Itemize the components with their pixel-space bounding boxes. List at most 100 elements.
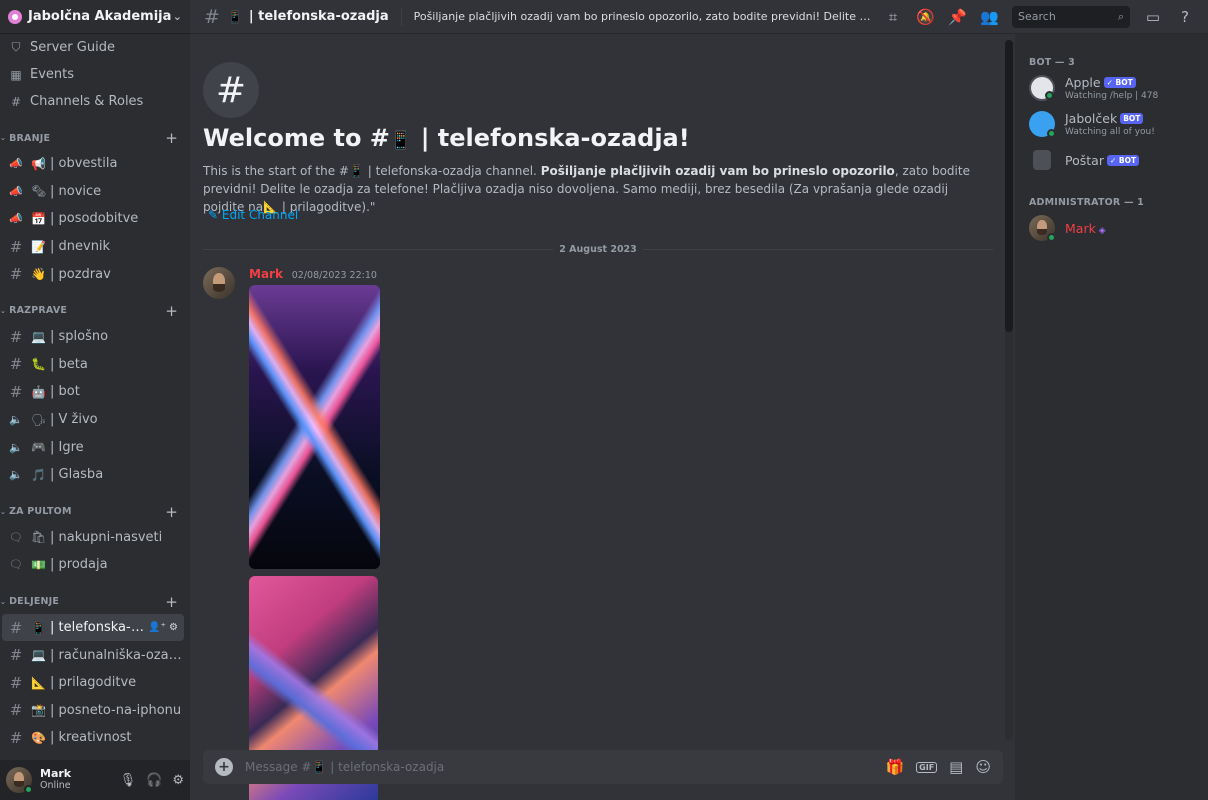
channel-item[interactable]: 🗨 💵 | prodaja bbox=[0, 551, 184, 579]
category-header[interactable]: ⌄ ZA PULTOM + bbox=[0, 503, 190, 521]
member-item[interactable]: Apple ✓ BOT Watching /help | 478 bbox=[1015, 70, 1208, 106]
category-header[interactable]: ⌄ RAZPRAVE + bbox=[0, 302, 190, 320]
channel-item[interactable]: # 🎨 | kreativnost bbox=[0, 724, 184, 752]
channel-item[interactable]: 🔈 🎮 | Igre bbox=[0, 433, 184, 461]
avatar[interactable] bbox=[6, 767, 33, 794]
channel-emoji: 🗣 bbox=[31, 412, 47, 427]
channel-item[interactable]: 📣 📢 | obvestila bbox=[0, 150, 184, 178]
category-label: BRANJE bbox=[9, 132, 51, 144]
create-channel-icon[interactable]: + bbox=[165, 302, 178, 320]
channel-item[interactable]: # 📝 | dnevnik bbox=[0, 233, 184, 261]
message-author[interactable]: Mark bbox=[249, 267, 283, 281]
gif-icon[interactable]: GIF bbox=[916, 761, 938, 773]
microphone-icon[interactable]: 🎙 bbox=[120, 773, 137, 788]
channel-name: | posneto-na-iphonu bbox=[50, 702, 182, 718]
channel-name: | obvestila bbox=[50, 156, 118, 172]
channel-emoji: 👋 bbox=[31, 267, 46, 282]
chevron-down-icon[interactable]: ⌄ bbox=[173, 10, 182, 23]
wallpaper-image-attachment[interactable] bbox=[249, 285, 380, 569]
category-label: RAZPRAVE bbox=[9, 305, 68, 317]
add-attachment-icon[interactable]: + bbox=[215, 758, 233, 776]
channel-item[interactable]: 📣 📅 | posodobitve bbox=[0, 205, 184, 233]
util-item[interactable]: # Channels & Roles bbox=[0, 88, 190, 115]
welcome-description: This is the start of the #📱 | telefonska… bbox=[203, 164, 970, 214]
channel-emoji: 📱 bbox=[227, 9, 243, 24]
invite-icon[interactable]: 👤⁺ bbox=[148, 622, 166, 633]
channel-name: | kreativnost bbox=[50, 730, 132, 746]
emoji-icon[interactable]: ☺ bbox=[975, 758, 991, 776]
util-item-label: Events bbox=[30, 67, 75, 82]
scrollbar-thumb[interactable] bbox=[1005, 40, 1013, 332]
hashtag-icon: # bbox=[9, 728, 23, 747]
channel-item[interactable]: # 🤖 | bot bbox=[0, 378, 184, 406]
channel-name: | V živo bbox=[50, 412, 98, 428]
member-item[interactable]: Poštar ✓ BOT bbox=[1015, 142, 1208, 178]
channel-item[interactable]: # 📸 | posneto-na-iphonu bbox=[0, 697, 184, 725]
sticker-icon[interactable]: ▤ bbox=[949, 758, 963, 776]
util-item[interactable]: ▦ Events bbox=[0, 61, 190, 88]
welcome-title: Welcome to #📱 | telefonska-ozadja! bbox=[203, 124, 690, 152]
channel-item[interactable]: # 📐 | prilagoditve bbox=[0, 669, 184, 697]
bot-badge: BOT bbox=[1120, 113, 1144, 124]
hashtag-icon: # bbox=[9, 673, 23, 692]
util-item-label: Server Guide bbox=[30, 40, 115, 55]
headphones-icon[interactable]: 🎧 bbox=[146, 773, 162, 788]
message-header: Mark 02/08/2023 22:10 bbox=[249, 267, 377, 281]
help-icon[interactable]: ? bbox=[1176, 8, 1194, 26]
channel-item[interactable]: 🔈 🗣 | V živo bbox=[0, 406, 184, 434]
channel-emoji: 💻 bbox=[31, 329, 46, 344]
channel-emoji: 🎵 bbox=[31, 467, 46, 482]
channels-roles-icon: # bbox=[10, 94, 22, 109]
hashtag-icon: # bbox=[204, 5, 220, 28]
hashtag-icon: # bbox=[9, 382, 23, 401]
gear-icon[interactable]: ⚙ bbox=[169, 622, 178, 633]
channel-item[interactable]: 🔈 🎵 | Glasba bbox=[0, 461, 184, 489]
threads-icon[interactable]: ⌗ bbox=[884, 8, 902, 26]
hashtag-icon: # bbox=[9, 265, 23, 284]
member-activity: Watching all of you! bbox=[1065, 127, 1155, 137]
edit-channel-link[interactable]: ✎ Edit Channel bbox=[208, 208, 298, 222]
pin-icon[interactable]: 📌 bbox=[948, 8, 967, 26]
member-list-icon[interactable]: 👥 bbox=[980, 8, 999, 26]
create-channel-icon[interactable]: + bbox=[165, 503, 178, 521]
calendar-icon: ▦ bbox=[10, 67, 22, 82]
user-status: Online bbox=[40, 780, 71, 791]
channel-item[interactable]: # 🐛 | beta bbox=[0, 351, 184, 379]
search-input[interactable]: Search ⌕ bbox=[1012, 5, 1130, 28]
member-item[interactable]: Mark ◈ bbox=[1015, 210, 1208, 246]
create-channel-icon[interactable]: + bbox=[165, 593, 178, 611]
channel-topic[interactable]: Pošiljanje plačljivih ozadij vam bo prin… bbox=[414, 10, 872, 23]
create-channel-icon[interactable]: + bbox=[165, 129, 178, 147]
channel-item[interactable]: 📣 🗞 | novice bbox=[0, 178, 184, 206]
online-status-icon bbox=[1047, 129, 1056, 138]
channel-item[interactable]: 🗨 🛍 | nakupni-nasveti bbox=[0, 524, 184, 552]
util-item[interactable]: ⛉ Server Guide bbox=[0, 34, 190, 61]
member-group-admins: ADMINISTRATOR — 1 bbox=[1029, 197, 1144, 208]
channel-name: | dnevnik bbox=[50, 239, 111, 255]
category-header[interactable]: ⌄ DELJENJE + bbox=[0, 593, 190, 611]
channel-emoji: 📱 bbox=[31, 620, 46, 635]
voice-channel-icon: 🔈 bbox=[9, 440, 23, 454]
channel-item[interactable]: # 💻 | splošno bbox=[0, 323, 184, 351]
channel-item[interactable]: # 💻 | računalniška-ozadja bbox=[0, 641, 184, 669]
gear-icon[interactable]: ⚙ bbox=[172, 773, 184, 788]
voice-channel-icon: 🔈 bbox=[9, 413, 23, 427]
member-item[interactable]: Jabolček BOT Watching all of you! bbox=[1015, 106, 1208, 142]
channel-name: | posodobitve bbox=[50, 211, 139, 227]
inbox-icon[interactable]: ▭ bbox=[1144, 8, 1162, 26]
channel-item[interactable]: # 📱 | telefonska-o... 👤⁺ ⚙ bbox=[2, 613, 184, 642]
category-label: ZA PULTOM bbox=[9, 506, 72, 518]
server-header[interactable]: Jabolčna Akademija ⌄ bbox=[0, 0, 190, 34]
channel-item[interactable]: # 👋 | pozdrav bbox=[0, 260, 184, 288]
hashtag-icon: # bbox=[9, 701, 23, 720]
notification-bell-muted-icon[interactable]: 🔕 bbox=[916, 8, 935, 26]
message-composer[interactable]: + Message #📱 | telefonska-ozadja 🎁 GIF ▤… bbox=[203, 750, 1003, 784]
boost-icon: ◈ bbox=[1095, 225, 1106, 236]
message-avatar[interactable] bbox=[203, 267, 235, 299]
forum-icon: 🗨 bbox=[9, 530, 23, 544]
category-header[interactable]: ⌄ BRANJE + bbox=[0, 129, 190, 147]
gift-icon[interactable]: 🎁 bbox=[885, 758, 904, 776]
message-input[interactable]: Message #📱 | telefonska-ozadja bbox=[245, 760, 873, 774]
announcement-icon: 📣 bbox=[9, 157, 23, 171]
server-name: Jabolčna Akademija bbox=[28, 9, 172, 24]
